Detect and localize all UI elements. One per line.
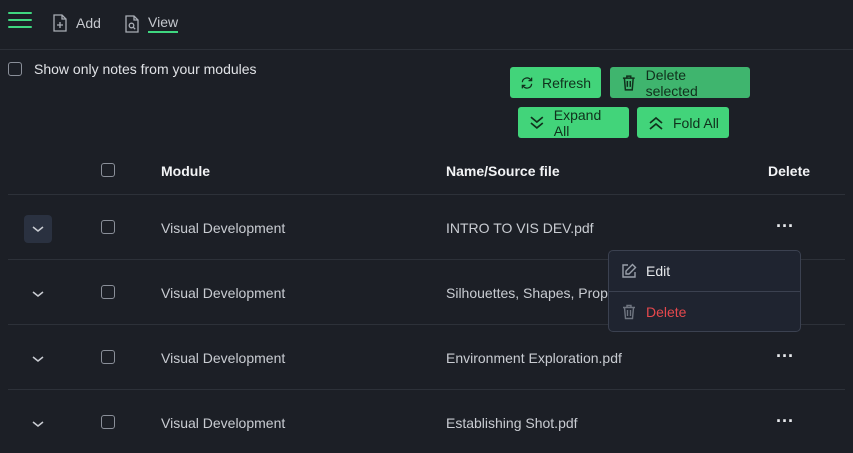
add-label: Add	[76, 15, 101, 31]
row-module: Visual Development	[161, 415, 286, 431]
file-search-icon	[125, 14, 139, 33]
delete-label: Delete	[646, 304, 687, 320]
refresh-button[interactable]: Refresh	[510, 67, 601, 98]
row-more-icon[interactable]: ···	[776, 217, 794, 235]
row-file-name[interactable]: INTRO TO VIS DEV.pdf	[446, 220, 594, 236]
delete-selected-button[interactable]: Delete selected	[610, 66, 750, 99]
row-module: Visual Development	[161, 350, 286, 366]
row-expand-toggle[interactable]	[24, 345, 52, 373]
row-expand-toggle[interactable]	[24, 280, 52, 308]
column-header-module: Module	[161, 163, 210, 179]
file-plus-icon	[53, 14, 67, 32]
refresh-label: Refresh	[541, 74, 591, 91]
trash-icon	[623, 304, 635, 320]
column-header-delete: Delete	[768, 163, 811, 179]
row-module: Visual Development	[161, 285, 286, 301]
fold-all-button[interactable]: Fold All	[637, 107, 729, 138]
row-checkbox[interactable]	[101, 415, 115, 429]
edit-label: Edit	[646, 263, 671, 279]
top-toolbar: Add View	[0, 0, 853, 50]
chevron-down-icon	[32, 226, 44, 232]
trash-icon	[622, 74, 635, 91]
row-expand-toggle[interactable]	[24, 410, 52, 438]
chevron-down-icon	[32, 291, 44, 297]
menu-divider	[609, 291, 800, 292]
only-my-modules-filter[interactable]: Show only notes from your modules	[8, 61, 257, 77]
row-expand-toggle[interactable]	[24, 215, 52, 243]
row-module: Visual Development	[161, 220, 286, 236]
chevrons-up-icon	[649, 116, 663, 130]
expand-all-label: Expand All	[553, 106, 602, 139]
row-more-icon[interactable]: ···	[776, 347, 794, 365]
column-header-name: Name/Source file	[446, 163, 560, 179]
hamburger-menu-icon[interactable]	[8, 12, 32, 30]
delete-selected-label: Delete selected	[645, 66, 698, 99]
only-my-modules-checkbox[interactable]	[8, 62, 22, 76]
row-checkbox[interactable]	[101, 350, 115, 364]
fold-all-label: Fold All	[673, 114, 719, 131]
delete-menu-item[interactable]: Delete	[621, 304, 686, 320]
chevron-down-icon	[32, 421, 44, 427]
edit-icon	[622, 263, 637, 278]
select-all-checkbox[interactable]	[101, 163, 115, 177]
row-more-icon[interactable]: ···	[776, 412, 794, 430]
only-my-modules-label: Show only notes from your modules	[34, 61, 257, 77]
view-button[interactable]: View	[124, 14, 179, 33]
row-checkbox[interactable]	[101, 220, 115, 234]
refresh-icon	[521, 76, 533, 89]
row-checkbox[interactable]	[101, 285, 115, 299]
add-button[interactable]: Add	[52, 14, 101, 32]
edit-menu-item[interactable]: Edit	[621, 263, 670, 279]
chevrons-down-icon	[530, 115, 544, 129]
row-file-name[interactable]: Environment Exploration.pdf	[446, 350, 622, 366]
header-divider	[8, 194, 845, 195]
row-divider	[8, 389, 845, 390]
row-context-menu: Edit Delete	[608, 250, 801, 332]
expand-all-button[interactable]: Expand All	[518, 106, 629, 139]
row-file-name[interactable]: Establishing Shot.pdf	[446, 415, 578, 431]
view-label: View	[148, 14, 179, 33]
row-file-name[interactable]: Silhouettes, Shapes, Propo	[446, 285, 616, 301]
chevron-down-icon	[32, 356, 44, 362]
